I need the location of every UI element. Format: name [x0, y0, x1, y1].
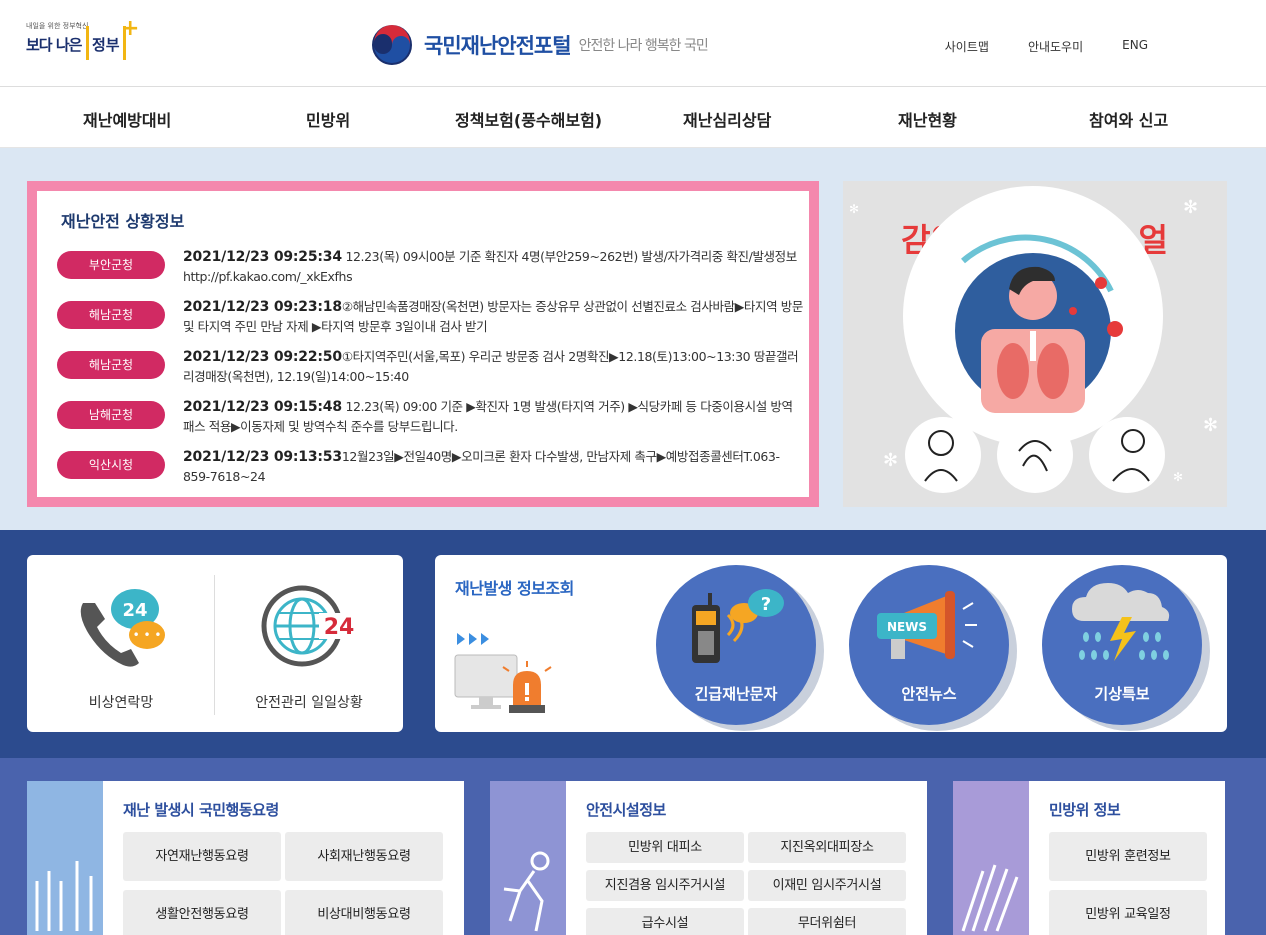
svg-text:NEWS: NEWS [887, 620, 927, 634]
portal-logo[interactable]: 국민재난안전포털 안전한 나라 행복한 국민 [370, 22, 709, 68]
sitemap-link[interactable]: 사이트맵 [945, 38, 989, 55]
taegeuk-icon [370, 23, 414, 67]
panel-title: 민방위 정보 [1049, 801, 1121, 819]
megaphone-icon: NEWS [877, 591, 977, 659]
svg-text:24: 24 [324, 615, 355, 640]
globe-24-icon[interactable]: 24 [257, 581, 367, 671]
nav-item-counseling[interactable]: 재난심리상담 [683, 107, 771, 131]
agency-badge: 익산시청 [57, 451, 165, 479]
natural-disaster-guide-button[interactable]: 자연재난행동요령 [123, 832, 281, 881]
situation-text: 2021/12/23 09:25:34 12.23(목) 09시00분 기준 확… [183, 247, 803, 287]
civil-defense-strip [953, 781, 1029, 935]
life-safety-guide-button[interactable]: 생활안전행동요령 [123, 890, 281, 935]
weather-alert-label: 기상특보 [1094, 685, 1150, 703]
svg-text:✻: ✻ [1203, 415, 1218, 436]
nav-item-policy-insurance[interactable]: 정책보험(풍수해보험) [455, 107, 602, 131]
storm-cloud-icon [1072, 583, 1170, 661]
situation-text: 2021/12/23 09:23:18②해남민속품경매장(옥천면) 방문자는 증… [183, 297, 803, 337]
civil-defense-training-button[interactable]: 민방위 훈련정보 [1049, 832, 1207, 881]
quick-links-card: 24 • • • 비상연락망 24 안전관리 일일상황 [27, 555, 403, 732]
portal-name: 국민재난안전포털 [424, 34, 572, 58]
heat-shelter-button[interactable]: 무더위쉼터 [748, 908, 906, 935]
running-person-icon [503, 851, 550, 932]
situation-datetime: 2021/12/23 09:25:34 [183, 249, 342, 265]
gov-logo-gov: 정부 [92, 36, 120, 54]
civil-defense-panel: 민방위 정보 민방위 훈련정보 민방위 교육일정 [953, 781, 1225, 935]
panel-title: 안전시설정보 [586, 801, 666, 819]
earthquake-outdoor-shelter-button[interactable]: 지진옥외대피장소 [748, 832, 906, 863]
svg-text:✻: ✻ [1173, 470, 1183, 484]
svg-text:✻: ✻ [883, 450, 898, 471]
safety-news-button[interactable]: NEWS 안전뉴스 [849, 565, 1009, 725]
card-divider [214, 575, 215, 715]
emergency-sms-label: 긴급재난문자 [694, 685, 778, 703]
infection-illustration: ✻✻ ✻✻ ✻✻ [849, 186, 1218, 493]
safety-news-label: 안전뉴스 [901, 685, 957, 703]
panel-title: 재난 발생시 국민행동요령 [123, 801, 279, 819]
svg-text:• • •: • • • [133, 628, 162, 642]
english-link[interactable]: ENG [1122, 38, 1148, 55]
nav-item-disaster-status[interactable]: 재난현황 [898, 107, 957, 131]
displaced-temp-housing-button[interactable]: 이재민 임시주거시설 [748, 870, 906, 901]
svg-text:24: 24 [122, 600, 147, 621]
social-disaster-guide-button[interactable]: 사회재난행동요령 [285, 832, 443, 881]
situation-text: 2021/12/23 09:15:48 12.23(목) 09:00 기준 ▶확… [183, 397, 803, 437]
radio-message-icon: ? [692, 589, 784, 663]
emergency-phone-icon[interactable]: 24 • • • [73, 583, 183, 673]
earthquake-temp-housing-button[interactable]: 지진겸용 임시주거시설 [586, 870, 744, 901]
runner-strip [27, 781, 103, 935]
inquiry-title: 재난발생 정보조회 [455, 579, 574, 598]
situation-text: 2021/12/23 09:13:5312월23일▶전일40명▶오미크론 환자 … [183, 447, 803, 487]
situation-datetime: 2021/12/23 09:13:53 [183, 449, 342, 465]
utility-links: 사이트맵 안내도우미 ENG [945, 38, 1148, 55]
weather-alert-button[interactable]: 기상특보 [1042, 565, 1202, 725]
nav-item-participation[interactable]: 참여와 신고 [1089, 107, 1168, 131]
emergency-sms-button[interactable]: ? 긴급재난문자 [656, 565, 816, 725]
agency-badge: 해남군청 [57, 301, 165, 329]
svg-text:✻: ✻ [1183, 197, 1198, 218]
alert-monitor-icon [454, 633, 552, 713]
main-nav: 재난예방대비 민방위 정책보험(풍수해보험) 재난심리상담 재난현황 참여와 신… [0, 87, 1266, 148]
site-header: 내일을 위한 정부혁신 보다 나은 정부 + 국민재난안전포털 안전한 나라 행… [0, 0, 1266, 87]
water-supply-button[interactable]: 급수시설 [586, 908, 744, 935]
nav-item-disaster-prevention[interactable]: 재난예방대비 [83, 107, 171, 131]
gov-logo[interactable]: 내일을 위한 정부혁신 보다 나은 정부 + [26, 16, 140, 64]
disaster-inquiry-card: 재난발생 정보조회 ? 긴급재난문자 NEWS 안전뉴스 기상특보 [435, 555, 1227, 732]
situation-title: 재난안전 상황정보 [61, 212, 185, 231]
situation-datetime: 2021/12/23 09:23:18 [183, 299, 342, 315]
safety-facility-panel: 안전시설정보 민방위 대피소 지진옥외대피장소 지진겸용 임시주거시설 이재민 … [490, 781, 927, 935]
action-guide-panel: 재난 발생시 국민행동요령 자연재난행동요령 사회재난행동요령 생활안전행동요령… [27, 781, 464, 935]
mountain-line-icon [961, 864, 1019, 932]
emergency-prep-guide-button[interactable]: 비상대비행동요령 [285, 890, 443, 935]
situation-datetime: 2021/12/23 09:15:48 [183, 399, 342, 415]
guide-link[interactable]: 안내도우미 [1028, 38, 1083, 55]
gov-logo-slogan: 내일을 위한 정부혁신 [26, 22, 89, 30]
portal-slogan: 안전한 나라 행복한 국민 [578, 38, 709, 54]
situation-text: 2021/12/23 09:22:50①타지역주민(서울,목포) 우리군 방문중… [183, 347, 803, 387]
svg-text:✻: ✻ [849, 202, 859, 216]
agency-badge: 남해군청 [57, 401, 165, 429]
situation-info-box: 재난안전 상황정보 부안군청 2021/12/23 09:25:34 12.23… [27, 181, 819, 507]
civil-defense-schedule-button[interactable]: 민방위 교육일정 [1049, 890, 1207, 935]
situation-datetime: 2021/12/23 09:22:50 [183, 349, 342, 365]
facility-strip [490, 781, 566, 935]
infection-manual-banner[interactable]: 감염병 예방 매뉴얼 ✻✻ ✻✻ ✻✻ [843, 181, 1227, 507]
civil-defense-shelter-button[interactable]: 민방위 대피소 [586, 832, 744, 863]
gov-logo-text: 보다 나은 [26, 36, 82, 54]
nav-item-civil-defense[interactable]: 민방위 [306, 107, 350, 131]
emergency-contact-label[interactable]: 비상연락망 [41, 692, 201, 712]
daily-safety-status-label[interactable]: 안전관리 일일상황 [229, 692, 389, 712]
agency-badge: 부안군청 [57, 251, 165, 279]
building-line-icon [35, 861, 93, 931]
agency-badge: 해남군청 [57, 351, 165, 379]
svg-text:?: ? [761, 594, 771, 615]
plus-icon: + [121, 16, 140, 41]
